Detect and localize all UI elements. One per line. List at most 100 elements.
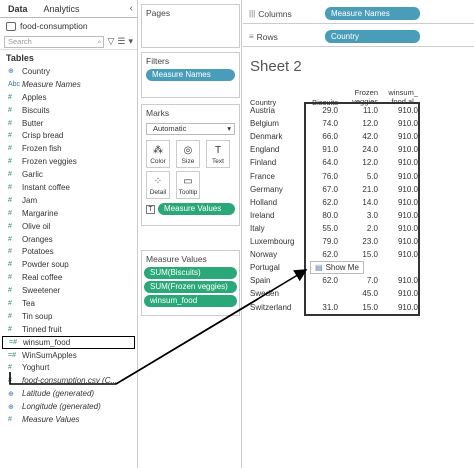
field-item[interactable]: # Yoghurt — [0, 361, 137, 374]
tooltip-button[interactable]: ▭ Tooltip — [176, 171, 200, 199]
sheet-title: Sheet 2 — [250, 58, 302, 75]
field-item[interactable]: ⊕ Longitude (generated) — [0, 400, 137, 413]
color-label: Color — [150, 158, 166, 165]
field-item[interactable]: # Instant coffee — [0, 181, 137, 194]
field-item[interactable]: # Jam — [0, 194, 137, 207]
text-encoding-icon: T — [146, 204, 155, 214]
field-item[interactable]: # Apples — [0, 91, 137, 104]
field-name: Measure Names — [22, 79, 81, 89]
number-type-icon: # — [8, 145, 12, 153]
tab-data[interactable]: Data — [0, 0, 36, 18]
country-cell: Denmark — [250, 132, 283, 142]
text-icon: T — [214, 145, 222, 156]
rows-shelf[interactable]: ≡ Rows Country — [243, 27, 474, 47]
tab-analytics[interactable]: Analytics — [36, 0, 88, 18]
field-item[interactable]: # Real coffee — [0, 271, 137, 284]
filter-icon[interactable]: ▽ — [107, 36, 114, 47]
measure-pill-biscuits[interactable]: SUM(Biscuits) — [144, 267, 237, 279]
field-name: Crisp bread — [22, 131, 64, 141]
view-options-icon[interactable]: ☰ — [117, 36, 125, 47]
field-item[interactable]: # Tin soup — [0, 310, 137, 323]
country-cell: England — [250, 145, 280, 155]
show-me-button[interactable]: ▤ Show Me — [310, 261, 364, 274]
filter-pill-measure-names[interactable]: Measure Names — [146, 69, 235, 81]
mark-type-dropdown[interactable]: Automatic ▾ — [146, 123, 235, 135]
show-me-label: Show Me — [325, 263, 359, 272]
columns-shelf[interactable]: ||| Columns Measure Names — [243, 4, 474, 24]
measure-pill-winsum-food[interactable]: winsum_food — [144, 295, 237, 307]
field-name: Measure Values — [22, 414, 80, 424]
search-placeholder: Search — [8, 36, 32, 46]
country-cell: France — [250, 171, 275, 181]
number-type-icon: # — [8, 119, 12, 127]
field-name: Powder soup — [22, 260, 69, 270]
detail-button[interactable]: ⁘ Detail — [146, 171, 170, 199]
field-item[interactable]: # Biscuits — [0, 104, 137, 117]
data-pane: Data Analytics ‹ food-consumption Search… — [0, 0, 138, 468]
globe-icon: ⊕ — [8, 403, 14, 411]
number-type-icon: # — [8, 158, 12, 166]
measure-pill-frozen-veggies[interactable]: SUM(Frozen veggies) — [144, 281, 237, 293]
field-item[interactable]: ⊕ Country — [0, 65, 137, 78]
chevron-down-icon[interactable]: ▾ — [128, 36, 133, 47]
country-cell: Italy — [250, 223, 265, 233]
show-me-icon: ▤ — [315, 263, 323, 272]
data-source[interactable]: food-consumption — [0, 18, 137, 34]
columns-pill-measure-names[interactable]: Measure Names — [325, 7, 420, 20]
marks-card: Marks Automatic ▾ ⁂ Color ◎ Size T Text ⁘ Det… — [141, 104, 240, 226]
field-item[interactable]: # Frozen fish — [0, 142, 137, 155]
size-label: Size — [181, 158, 195, 165]
marks-pill-measure-values[interactable]: Measure Values — [158, 203, 235, 215]
text-button[interactable]: T Text — [206, 140, 230, 168]
field-item[interactable]: # Powder soup — [0, 258, 137, 271]
field-name: food-consumption.csv (C... — [22, 376, 118, 386]
columns-icon: ||| — [249, 9, 256, 18]
number-type-icon: # — [8, 106, 12, 114]
field-item[interactable]: # food-consumption.csv (C... — [0, 374, 137, 387]
field-name: Frozen veggies — [22, 157, 77, 167]
collapse-pane-icon[interactable]: ‹ — [130, 0, 133, 18]
search-input[interactable]: Search ⌕ — [4, 35, 105, 48]
field-item[interactable]: # Tea — [0, 297, 137, 310]
selected-values-box — [304, 102, 420, 316]
data-source-name: food-consumption — [20, 21, 88, 31]
rows-pill-country[interactable]: Country — [325, 30, 420, 43]
size-icon: ◎ — [183, 145, 193, 156]
field-item[interactable]: =# winsum_food — [2, 335, 135, 349]
field-name: Sweetener — [22, 286, 61, 296]
size-button[interactable]: ◎ Size — [176, 140, 200, 168]
field-name: Potatoes — [22, 247, 54, 257]
field-item[interactable]: # Crisp bread — [0, 129, 137, 142]
field-item[interactable]: # Garlic — [0, 168, 137, 181]
field-item[interactable]: # Sweetener — [0, 284, 137, 297]
field-item[interactable]: # Olive oil — [0, 220, 137, 233]
number-type-icon: # — [8, 132, 12, 140]
field-name: Garlic — [22, 170, 43, 180]
number-type-icon: # — [8, 299, 12, 307]
field-item[interactable]: # Frozen veggies — [0, 155, 137, 168]
number-type-icon: # — [8, 209, 12, 217]
field-name: Olive oil — [22, 221, 51, 231]
number-type-icon: # — [8, 415, 12, 423]
color-button[interactable]: ⁂ Color — [146, 140, 170, 168]
field-name: Biscuits — [22, 105, 50, 115]
field-item[interactable]: Abc Measure Names — [0, 78, 137, 91]
measure-values-card-title: Measure Values — [146, 254, 207, 264]
field-item[interactable]: =# WinSumApples — [0, 349, 137, 362]
mark-type-value: Automatic — [153, 124, 187, 133]
country-cell: Spain — [250, 276, 271, 286]
field-item[interactable]: # Tinned fruit — [0, 323, 137, 336]
number-type-icon: # — [8, 235, 12, 243]
globe-icon: ⊕ — [8, 68, 14, 76]
filters-card[interactable]: Filters Measure Names — [141, 52, 240, 98]
pages-card[interactable]: Pages — [141, 4, 240, 48]
field-item[interactable]: # Measure Values — [0, 413, 137, 426]
field-item[interactable]: # Potatoes — [0, 245, 137, 258]
field-name: Tea — [22, 298, 35, 308]
field-item[interactable]: # Butter — [0, 117, 137, 130]
detail-label: Detail — [149, 189, 167, 196]
field-item[interactable]: # Oranges — [0, 233, 137, 246]
field-name: Longitude (generated) — [22, 402, 101, 412]
field-item[interactable]: ⊕ Latitude (generated) — [0, 387, 137, 400]
field-item[interactable]: # Margarine — [0, 207, 137, 220]
